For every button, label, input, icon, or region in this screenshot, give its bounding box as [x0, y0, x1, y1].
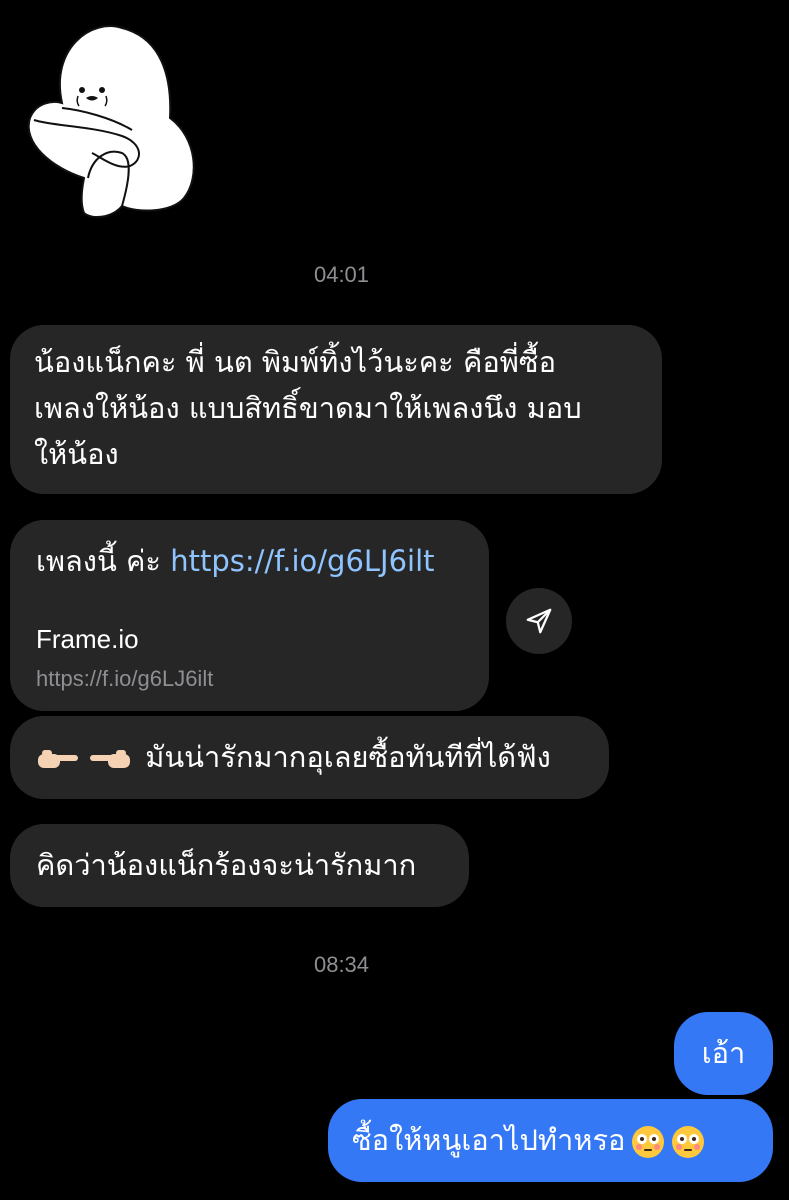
outgoing-message[interactable]: ซื้อให้หนูเอาไปทำหรอ	[328, 1099, 773, 1182]
message-line: น้องแน็กคะ พี่ นต พิมพ์ทิ้งไว้นะคะ คือพี…	[34, 345, 556, 379]
share-button[interactable]	[506, 588, 572, 654]
pointing-right-hand-icon	[38, 750, 78, 768]
message-prefix: เพลงนี้ ค่ะ	[36, 544, 171, 578]
link-message-text: เพลงนี้ ค่ะ https://f.io/g6LJ6ilt	[36, 538, 463, 584]
link-preview-url[interactable]: https://f.io/g6LJ6ilt	[36, 665, 213, 693]
link-preview-title[interactable]: Frame.io	[36, 623, 139, 655]
message-content: ซื้อให้หนูเอาไปทำหรอ	[352, 1117, 749, 1163]
incoming-message[interactable]: น้องแน็กคะ พี่ นต พิมพ์ทิ้งไว้นะคะ คือพี…	[10, 325, 662, 494]
message-line: ให้น้อง	[34, 437, 119, 471]
incoming-message[interactable]: มันน่ารักมากอุเลยซื้อทันทีที่ได้ฟัง	[10, 716, 609, 799]
message-link[interactable]: https://f.io/g6LJ6ilt	[170, 544, 434, 578]
message-content: มันน่ารักมากอุเลยซื้อทันทีที่ได้ฟัง	[36, 734, 583, 780]
flushed-face-icon	[632, 1126, 665, 1158]
message-text: คิดว่าน้องแน็กร้องจะน่ารักมาก	[36, 848, 417, 882]
pointing-left-hand-icon	[90, 750, 130, 768]
link-message[interactable]: เพลงนี้ ค่ะ https://f.io/g6LJ6ilt Frame.…	[10, 520, 489, 711]
message-text: ซื้อให้หนูเอาไปทำหรอ	[352, 1123, 626, 1157]
message-line: เพลงให้น้อง แบบสิทธิ์ขาดมาให้เพลงนึง มอบ	[34, 391, 582, 425]
incoming-message[interactable]: คิดว่าน้องแน็กร้องจะน่ารักมาก	[10, 824, 469, 907]
paper-plane-share-icon	[526, 608, 552, 634]
crying-blob-sticker-icon	[27, 25, 195, 219]
timestamp: 04:01	[313, 262, 370, 287]
message-text: เอ้า	[701, 1036, 746, 1070]
flushed-face-icon	[672, 1126, 705, 1158]
outgoing-message[interactable]: เอ้า	[674, 1012, 773, 1095]
message-text: มันน่ารักมากอุเลยซื้อทันทีที่ได้ฟัง	[145, 740, 551, 774]
timestamp: 08:34	[313, 952, 370, 977]
